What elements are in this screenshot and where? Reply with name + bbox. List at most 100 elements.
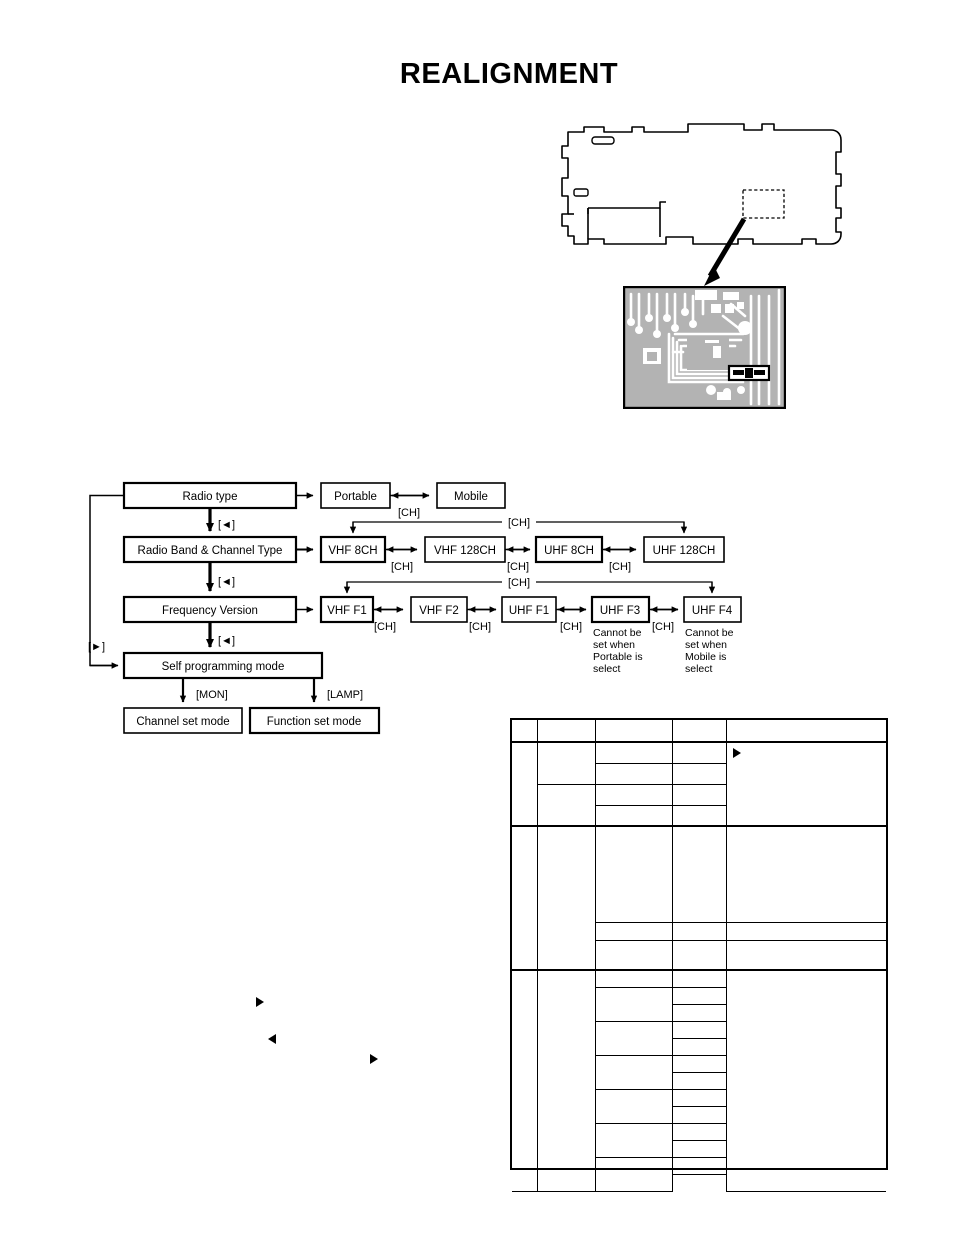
cell [594, 1156, 673, 1192]
cell [594, 741, 673, 764]
key-left-2: [◄] [218, 576, 235, 588]
callout-arrow [704, 217, 747, 286]
pcb-slot-1 [591, 136, 615, 145]
svg-text:select: select [593, 663, 621, 675]
key-ch-loop-row2: [CH] [508, 517, 530, 529]
table-row [512, 741, 886, 827]
cell [536, 720, 596, 743]
cell [671, 1071, 727, 1090]
pcb-slot-2 [573, 188, 589, 197]
key-ch-uhf8-uhf128: [CH] [609, 561, 631, 573]
cell [671, 1122, 727, 1141]
svg-text:Cannot be: Cannot be [593, 627, 642, 639]
cell [594, 1054, 673, 1090]
detail-callout-box [742, 189, 785, 219]
key-ch-uhff3-uhff4: [CH] [652, 621, 674, 633]
cell [536, 825, 596, 971]
cell [594, 825, 673, 923]
cell [671, 1037, 727, 1056]
key-ch-portable-mobile: [CH] [398, 507, 420, 519]
node-vhf-8ch-label: VHF 8CH [328, 545, 377, 557]
cell [512, 825, 538, 971]
spec-table-grid [512, 720, 886, 1192]
cell [594, 762, 673, 785]
node-uhf-f3-label: UHF F3 [600, 605, 640, 617]
cell [536, 741, 596, 785]
page-title: REALIGNMENT [0, 58, 954, 91]
realignment-spec-table [510, 718, 888, 1192]
key-ch-vhf8-vhf128: [CH] [391, 561, 413, 573]
node-vhf-f1-label: VHF F1 [327, 605, 367, 617]
svg-text:select: select [685, 663, 713, 675]
cell [671, 939, 727, 971]
svg-text:set when: set when [593, 639, 635, 651]
cell [671, 986, 727, 1005]
cell [594, 804, 673, 827]
key-left-1: [◄] [218, 519, 235, 531]
svg-text:Portable is: Portable is [593, 651, 643, 663]
key-ch-uhff1-uhff3: [CH] [560, 621, 582, 633]
marker-triangle-right-2 [370, 1054, 378, 1064]
pcb-board-outline [561, 123, 842, 245]
node-vhf-f2-label: VHF F2 [419, 605, 459, 617]
cell [725, 720, 886, 743]
cell [594, 1020, 673, 1056]
svg-text:set when: set when [685, 639, 727, 651]
highlighted-component [727, 364, 771, 382]
cell [512, 969, 538, 1192]
marker-triangle-left-1 [268, 1034, 276, 1044]
table-row [512, 720, 886, 743]
cell [536, 783, 596, 827]
node-uhf-128ch-label: UHF 128CH [653, 545, 716, 557]
pcb-detail-view [623, 286, 786, 409]
node-vhf-128ch-label: VHF 128CH [434, 545, 496, 557]
cell [594, 939, 673, 971]
cell [725, 825, 886, 923]
node-function-set-mode-label: Function set mode [267, 716, 362, 728]
cell [671, 720, 727, 743]
table-marker-triangle-icon [732, 748, 741, 758]
cell [594, 921, 673, 941]
node-radio-type-label: Radio type [183, 491, 238, 503]
cell [671, 1156, 727, 1175]
key-ch-vhf128-uhf8: [CH] [507, 561, 529, 573]
key-lamp: [LAMP] [327, 689, 363, 701]
node-uhf-f4-label: UHF F4 [692, 605, 733, 617]
note-uhf-f4: Cannot be set when Mobile is select [685, 627, 734, 675]
cell [671, 921, 727, 941]
cell [671, 1139, 727, 1158]
cell [671, 969, 727, 988]
cell [512, 741, 538, 827]
node-uhf-f1-label: UHF F1 [509, 605, 549, 617]
key-ch-vhff2-uhff1: [CH] [469, 621, 491, 633]
cell [671, 1088, 727, 1107]
cell [594, 986, 673, 1022]
svg-text:Cannot be: Cannot be [685, 627, 734, 639]
key-ch-loop-row3: [CH] [508, 577, 530, 589]
note-uhf-f3: Cannot be set when Portable is select [593, 627, 643, 675]
cell [671, 1105, 727, 1124]
cell [725, 921, 886, 941]
node-radio-band-channel-type-label: Radio Band & Channel Type [138, 545, 283, 557]
cell [594, 1088, 673, 1124]
cell [671, 741, 727, 764]
key-mon: [MON] [196, 689, 228, 701]
cell-with-marker [725, 741, 886, 827]
cell [536, 969, 596, 1192]
node-channel-set-mode-label: Channel set mode [136, 716, 229, 728]
cell [725, 969, 886, 1192]
cell [594, 783, 673, 806]
node-uhf-8ch-label: UHF 8CH [544, 545, 594, 557]
cell [725, 939, 886, 971]
key-right-loop: [►] [88, 641, 105, 653]
cell [671, 1173, 727, 1191]
cell [671, 762, 727, 785]
node-mobile-label: Mobile [454, 491, 488, 503]
cell [594, 1122, 673, 1158]
cell [671, 825, 727, 923]
cell [594, 969, 673, 988]
cell [671, 1020, 727, 1039]
cell [671, 1003, 727, 1022]
node-portable-label: Portable [334, 491, 377, 503]
cell [594, 720, 673, 743]
